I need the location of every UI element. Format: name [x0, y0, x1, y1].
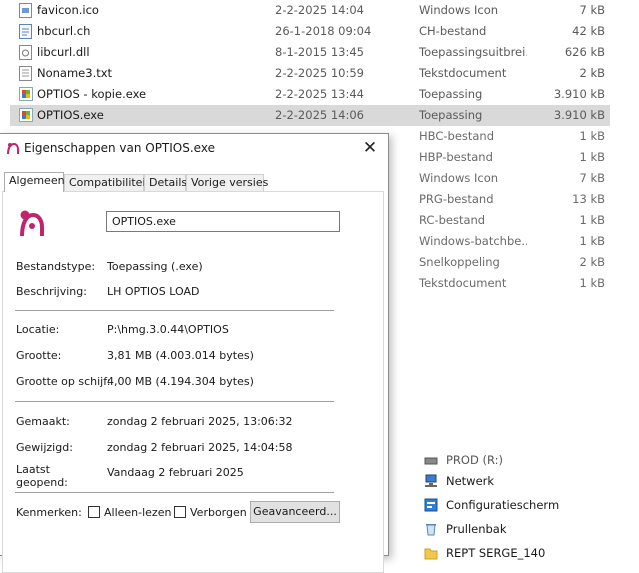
readonly-checkbox[interactable]	[88, 506, 100, 518]
file-row[interactable]: Noname3.txt 2-2-2025 10:59 Tekstdocument…	[10, 63, 610, 84]
file-row[interactable]: libcurl.dll 8-1-2015 13:45 Toepassingsui…	[10, 42, 610, 63]
close-button[interactable]: ✕	[358, 137, 382, 159]
file-type-icon	[16, 206, 48, 241]
hidden-label[interactable]: Verborgen	[190, 506, 247, 519]
tab-algemeen[interactable]: Algemeen	[4, 172, 65, 192]
size-value: 3,81 MB (4.003.014 bytes)	[107, 349, 254, 362]
file-row[interactable]: OPTIOS - kopie.exe 2-2-2025 13:44 Toepas…	[10, 84, 610, 105]
tab-vorige-versies[interactable]: Vorige versies	[186, 174, 268, 191]
divider	[15, 401, 334, 402]
dialog-titlebar[interactable]: Eigenschappen van OPTIOS.exe ✕	[0, 134, 388, 162]
drive-icon	[424, 453, 438, 467]
properties-dialog: Eigenschappen van OPTIOS.exe ✕ Algemeen …	[0, 133, 389, 573]
file-row-selected[interactable]: OPTIOS.exe 2-2-2025 14:06 Toepassing 3.9…	[10, 105, 610, 126]
folder-icon	[424, 546, 438, 560]
file-icon	[19, 24, 32, 39]
attributes-label: Kenmerken:	[16, 506, 82, 519]
location-value: P:\hmg.3.0.44\OPTIOS	[107, 323, 229, 336]
dll-file-icon	[19, 45, 32, 60]
modified-value: zondag 2 februari 2025, 14:04:58	[107, 441, 293, 454]
size-label: Grootte:	[16, 349, 62, 362]
tab-compatibiliteit[interactable]: Compatibiliteit	[64, 174, 150, 191]
disk-size-label: Grootte op schijf:	[16, 375, 111, 388]
description-value: LH OPTIOS LOAD	[107, 285, 200, 298]
type-label: Bestandstype:	[16, 260, 96, 273]
description-label: Beschrijving:	[16, 285, 87, 298]
network-icon	[424, 474, 438, 488]
divider	[15, 492, 334, 493]
last-opened-label-line2: geopend:	[16, 476, 68, 489]
disk-size-value: 4,00 MB (4.194.304 bytes)	[107, 375, 254, 388]
file-row[interactable]: favicon.ico 2-2-2025 14:04 Windows Icon …	[10, 0, 610, 21]
file-row[interactable]: hbcurl.ch 26-1-2018 09:04 CH-bestand 42 …	[10, 21, 610, 42]
created-value: zondag 2 februari 2025, 13:06:32	[107, 415, 293, 428]
modified-label: Gewijzigd:	[16, 441, 73, 454]
last-opened-value: Vandaag 2 februari 2025	[107, 466, 244, 479]
hidden-checkbox[interactable]	[174, 506, 186, 518]
readonly-label[interactable]: Alleen-lezen	[104, 506, 171, 519]
created-label: Gemaakt:	[16, 415, 70, 428]
control-panel-icon	[424, 498, 438, 512]
tab-details[interactable]: Details	[144, 174, 187, 191]
exe-icon	[19, 108, 33, 123]
dialog-title: Eigenschappen van OPTIOS.exe	[24, 141, 215, 155]
advanced-button[interactable]: Geavanceerd...	[250, 501, 340, 523]
last-opened-label-line1: Laatst	[16, 463, 50, 476]
type-value: Toepassing (.exe)	[107, 260, 203, 273]
filename-input[interactable]	[106, 211, 340, 232]
navigation-pane: PROD (R:) Netwerk Configuratiescherm Pru…	[388, 453, 639, 560]
icon-file-icon	[19, 3, 32, 18]
app-logo-icon	[6, 141, 20, 158]
text-file-icon	[19, 66, 32, 81]
recycle-bin-icon	[424, 522, 438, 536]
exe-icon	[19, 87, 33, 102]
location-label: Locatie:	[16, 323, 60, 336]
divider	[15, 310, 334, 311]
